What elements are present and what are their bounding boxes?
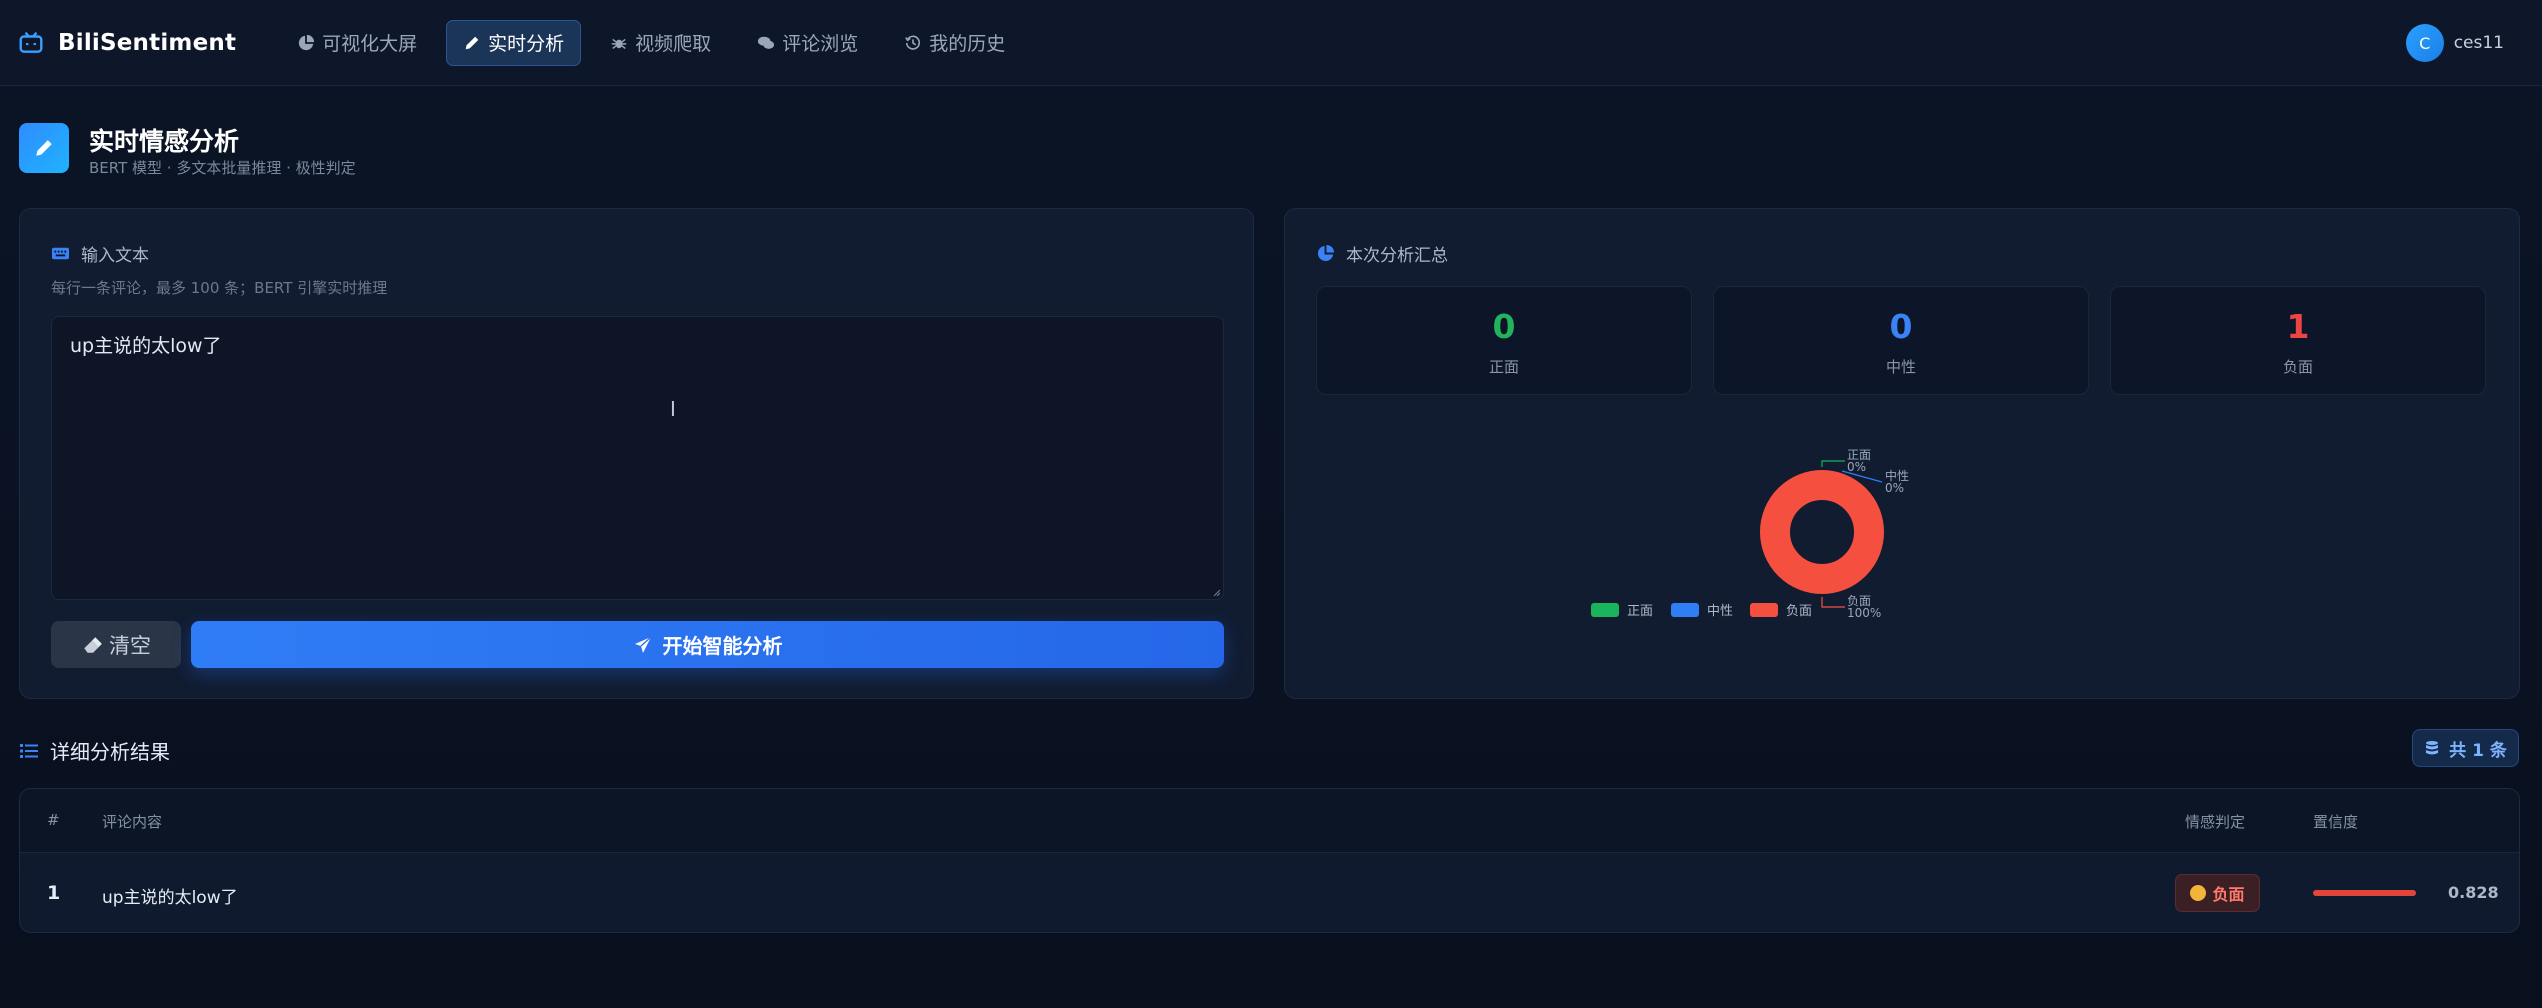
confidence-value: 0.828 (2448, 883, 2499, 902)
page-title: 实时情感分析 (89, 127, 240, 156)
input-card-header: 输入文本 (51, 241, 149, 266)
label-leader-2 (1821, 597, 1845, 608)
clear-label: 清空 (109, 633, 151, 658)
nav-label: 视频爬取 (635, 33, 712, 55)
row-index: 1 (47, 882, 61, 904)
pencil-icon (465, 36, 479, 49)
row-comment: up主说的太low了 (102, 888, 238, 908)
history-icon (905, 35, 921, 50)
legend-swatch-1[interactable] (1671, 603, 1699, 617)
legend-label-1[interactable]: 中性 (1707, 604, 1733, 619)
results-table: # 评论内容 情感判定 置信度 1 up主说的太low了 负面 0.828 (19, 788, 2520, 933)
legend-label-2[interactable]: 负面 (1786, 604, 1812, 619)
brand-name: BiliSentiment (58, 29, 237, 56)
nav-item-realtime-analysis[interactable]: 实时分析 (446, 19, 582, 66)
nav-item-my-history[interactable]: 我的历史 (887, 20, 1022, 66)
column-sentiment: 情感判定 (2185, 813, 2246, 831)
nav-item-comment-browse[interactable]: 评论浏览 (740, 20, 875, 66)
donut-slice-2[interactable] (1760, 470, 1884, 594)
resize-grip-icon[interactable] (1211, 587, 1221, 597)
label-leader-0 (1821, 460, 1845, 467)
page-subtitle: BERT 模型 · 多文本批量推理 · 极性判定 (89, 159, 356, 177)
slice-percent-1: 0% (1885, 481, 1904, 495)
input-hint: 每行一条评论，最多 100 条；BERT 引擎实时推理 (51, 279, 388, 297)
eraser-icon (84, 636, 102, 653)
legend-label-0[interactable]: 正面 (1627, 604, 1653, 619)
keyboard-icon (51, 247, 70, 260)
database-icon (2426, 741, 2439, 755)
legend-swatch-0[interactable] (1591, 603, 1619, 617)
column-confidence: 置信度 (2313, 813, 2359, 831)
main-nav: 可视化大屏 实时分析 视频爬取 评论浏览 我的历史 (280, 19, 1034, 66)
pie-chart-icon (299, 34, 315, 50)
clear-button[interactable]: 清空 (51, 621, 181, 668)
send-icon (634, 636, 651, 653)
page-edit-icon (19, 123, 69, 173)
user-menu[interactable]: C ces11 (2405, 24, 2504, 62)
tv-icon (19, 31, 43, 53)
column-index: # (47, 811, 60, 829)
input-card: 输入文本 每行一条评论，最多 100 条；BERT 引擎实时推理 up主说的太l… (19, 208, 1254, 699)
avatar: C (2405, 24, 2444, 62)
brand[interactable]: BiliSentiment (18, 30, 236, 56)
slice-percent-0: 0% (1847, 460, 1866, 474)
list-icon (20, 743, 38, 758)
nav-item-dashboard[interactable]: 可视化大屏 (280, 20, 434, 66)
nav-label: 我的历史 (929, 33, 1006, 55)
results-header: 详细分析结果 (19, 736, 170, 765)
textarea-value: up主说的太low了 (70, 335, 222, 357)
summary-card: 本次分析汇总 0 正面 0 中性 1 负面 正面 0% 中性 0% 负面 100% 正面 中性… (1284, 208, 2520, 699)
comment-textarea[interactable]: up主说的太low了 (51, 316, 1224, 600)
nav-label: 评论浏览 (782, 33, 859, 55)
result-count: 共 1 条 (2449, 740, 2507, 761)
nav-label: 实时分析 (488, 33, 565, 55)
input-card-title: 输入文本 (81, 246, 149, 266)
analyze-label: 开始智能分析 (662, 634, 783, 658)
column-comment: 评论内容 (102, 813, 163, 831)
top-navbar: BiliSentiment 可视化大屏 实时分析 视频爬取 评论浏览 我的历史 … (0, 0, 2542, 86)
result-count-badge: 共 1 条 (2412, 729, 2519, 767)
angry-face-icon (2190, 885, 2207, 901)
start-analysis-button[interactable]: 开始智能分析 (191, 621, 1224, 668)
slice-percent-2: 100% (1847, 606, 1881, 620)
legend-swatch-2[interactable] (1750, 603, 1778, 617)
sentiment-donut-chart: 正面0%中性0%负面100%正面 中性 负面 (1591, 448, 1909, 620)
results-title: 详细分析结果 (50, 740, 170, 764)
nav-item-video-crawl[interactable]: 视频爬取 (593, 20, 728, 66)
sentiment-badge: 负面 (2175, 874, 2260, 912)
comments-icon (758, 36, 775, 49)
confidence-bar (2313, 890, 2416, 896)
table-header: # 评论内容 情感判定 置信度 (20, 789, 2519, 853)
sentiment-label: 负面 (2212, 885, 2245, 904)
nav-label: 可视化大屏 (322, 33, 418, 55)
username: ces11 (2453, 33, 2504, 53)
table-row[interactable]: 1 up主说的太low了 负面 0.828 (20, 853, 2519, 932)
spider-icon (611, 38, 627, 49)
text-cursor-icon: I (670, 397, 676, 421)
